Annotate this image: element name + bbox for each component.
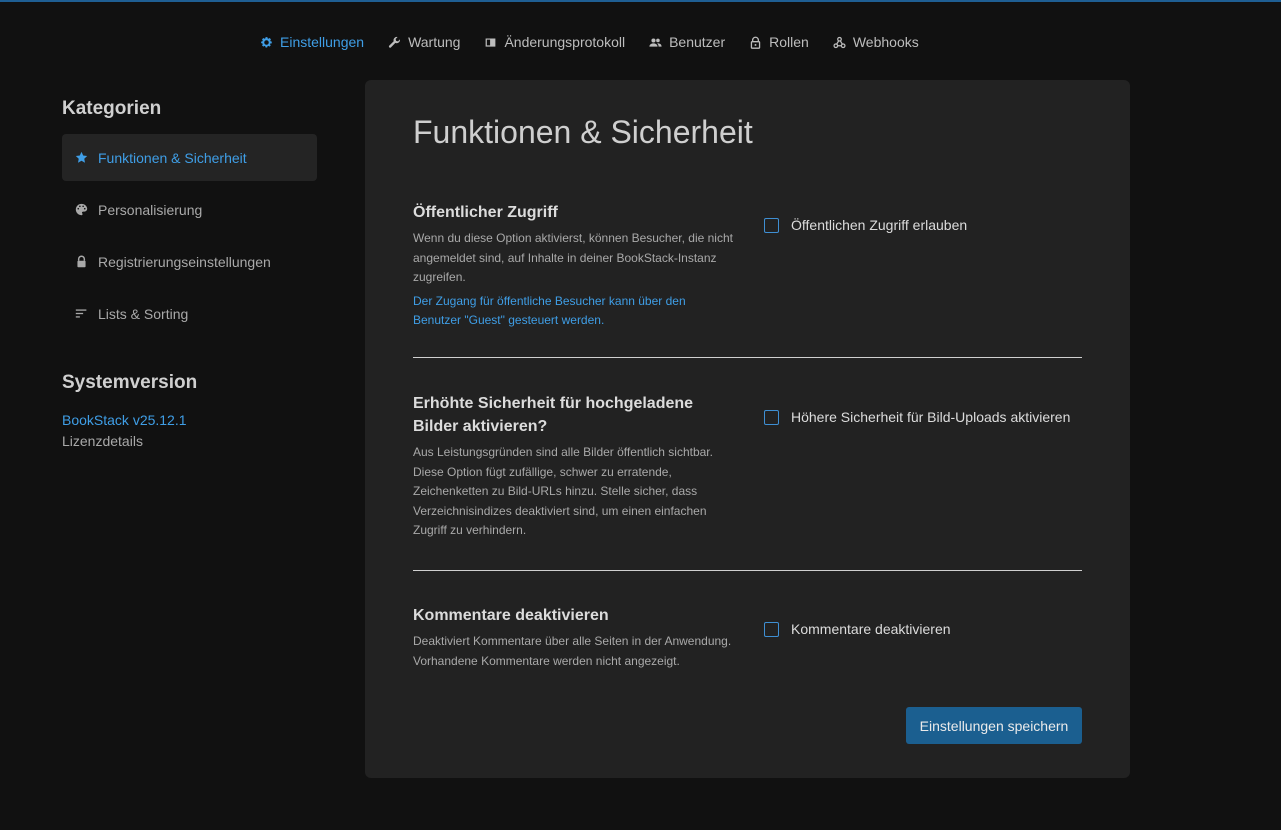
nav-label: Benutzer: [669, 34, 726, 50]
checkbox-label: Öffentlichen Zugriff erlauben: [791, 217, 968, 233]
nav-label: Wartung: [408, 34, 461, 50]
lock-icon: [75, 255, 88, 268]
setting-description: Wenn du diese Option aktivierst, können …: [413, 231, 733, 284]
users-icon: [649, 36, 662, 49]
image-security-checkbox[interactable]: [764, 409, 779, 425]
audit-log-icon: [484, 36, 497, 49]
palette-icon: [75, 203, 88, 216]
setting-title: Öffentlicher Zugriff: [413, 204, 558, 221]
nav-label: Einstellungen: [280, 34, 365, 50]
public-access-toggle[interactable]: Öffentlichen Zugriff erlauben: [764, 217, 967, 233]
sidebar-item-customization[interactable]: Personalisierung: [62, 186, 317, 233]
sidebar-item-features-security[interactable]: Funktionen & Sicherheit: [62, 134, 317, 181]
version-link[interactable]: BookStack v25.12.1: [62, 412, 317, 428]
license-details-link[interactable]: Lizenzdetails: [62, 433, 317, 449]
sidebar-item-label: Personalisierung: [98, 201, 203, 218]
nav-label: Änderungsprotokoll: [504, 34, 626, 50]
save-settings-button[interactable]: Einstellungen speichern: [906, 707, 1082, 744]
setting-info: Öffentlicher Zugriff Wenn du diese Optio…: [413, 201, 735, 331]
settings-card: Funktionen & Sicherheit Öffentlicher Zug…: [365, 80, 1130, 778]
sidebar-heading: Kategorien: [62, 98, 162, 119]
sidebar-item-lists-sorting[interactable]: Lists & Sorting: [62, 290, 317, 337]
top-accent-line: [0, 0, 1281, 2]
setting-info: Erhöhte Sicherheit für hochgeladene Bild…: [413, 392, 735, 541]
system-version-heading: Systemversion: [62, 372, 198, 393]
nav-item-settings[interactable]: Einstellungen: [260, 34, 364, 50]
disable-comments-toggle[interactable]: Kommentare deaktivieren: [764, 621, 951, 637]
checkbox-label: Kommentare deaktivieren: [791, 621, 951, 637]
wrench-icon: [388, 36, 401, 49]
divider: [413, 570, 1082, 571]
setting-title: Kommentare deaktivieren: [413, 607, 609, 624]
page-title: Funktionen & Sicherheit: [413, 114, 753, 150]
divider: [413, 357, 1082, 358]
setting-info: Kommentare deaktivieren Deaktiviert Komm…: [413, 604, 735, 671]
star-icon: [75, 151, 88, 164]
nav-item-users[interactable]: Benutzer: [649, 34, 725, 50]
webhooks-icon: [833, 36, 846, 49]
nav-item-maintenance[interactable]: Wartung: [388, 34, 460, 50]
lock-icon: [749, 36, 762, 49]
gear-icon: [260, 36, 273, 49]
checkbox-label: Höhere Sicherheit für Bild-Uploads aktiv…: [791, 409, 1071, 425]
sidebar-item-registration[interactable]: Registrierungseinstellungen: [62, 238, 317, 285]
nav-label: Webhooks: [852, 34, 919, 50]
sidebar-item-label: Registrierungseinstellungen: [98, 253, 271, 270]
sort-icon: [75, 307, 88, 320]
settings-nav: Einstellungen Wartung Änderungsprotokoll…: [260, 28, 943, 56]
sidebar-item-label: Lists & Sorting: [98, 305, 189, 322]
public-access-checkbox[interactable]: [764, 217, 779, 233]
sidebar: Kategorien Funktionen & Sicherheit Perso…: [62, 96, 317, 449]
setting-title: Erhöhte Sicherheit für hochgeladene Bild…: [413, 395, 694, 435]
nav-item-webhooks[interactable]: Webhooks: [833, 34, 919, 50]
disable-comments-checkbox[interactable]: [764, 621, 779, 637]
sidebar-item-label: Funktionen & Sicherheit: [98, 149, 247, 166]
image-security-toggle[interactable]: Höhere Sicherheit für Bild-Uploads aktiv…: [764, 409, 1070, 425]
setting-description: Aus Leistungsgründen sind alle Bilder öf…: [413, 445, 713, 537]
guest-user-link[interactable]: Der Zugang für öffentliche Besucher kann…: [413, 292, 735, 331]
nav-item-roles[interactable]: Rollen: [749, 34, 809, 50]
nav-label: Rollen: [769, 34, 809, 50]
setting-description: Deaktiviert Kommentare über alle Seiten …: [413, 634, 732, 668]
nav-item-audit-log[interactable]: Änderungsprotokoll: [484, 34, 625, 50]
